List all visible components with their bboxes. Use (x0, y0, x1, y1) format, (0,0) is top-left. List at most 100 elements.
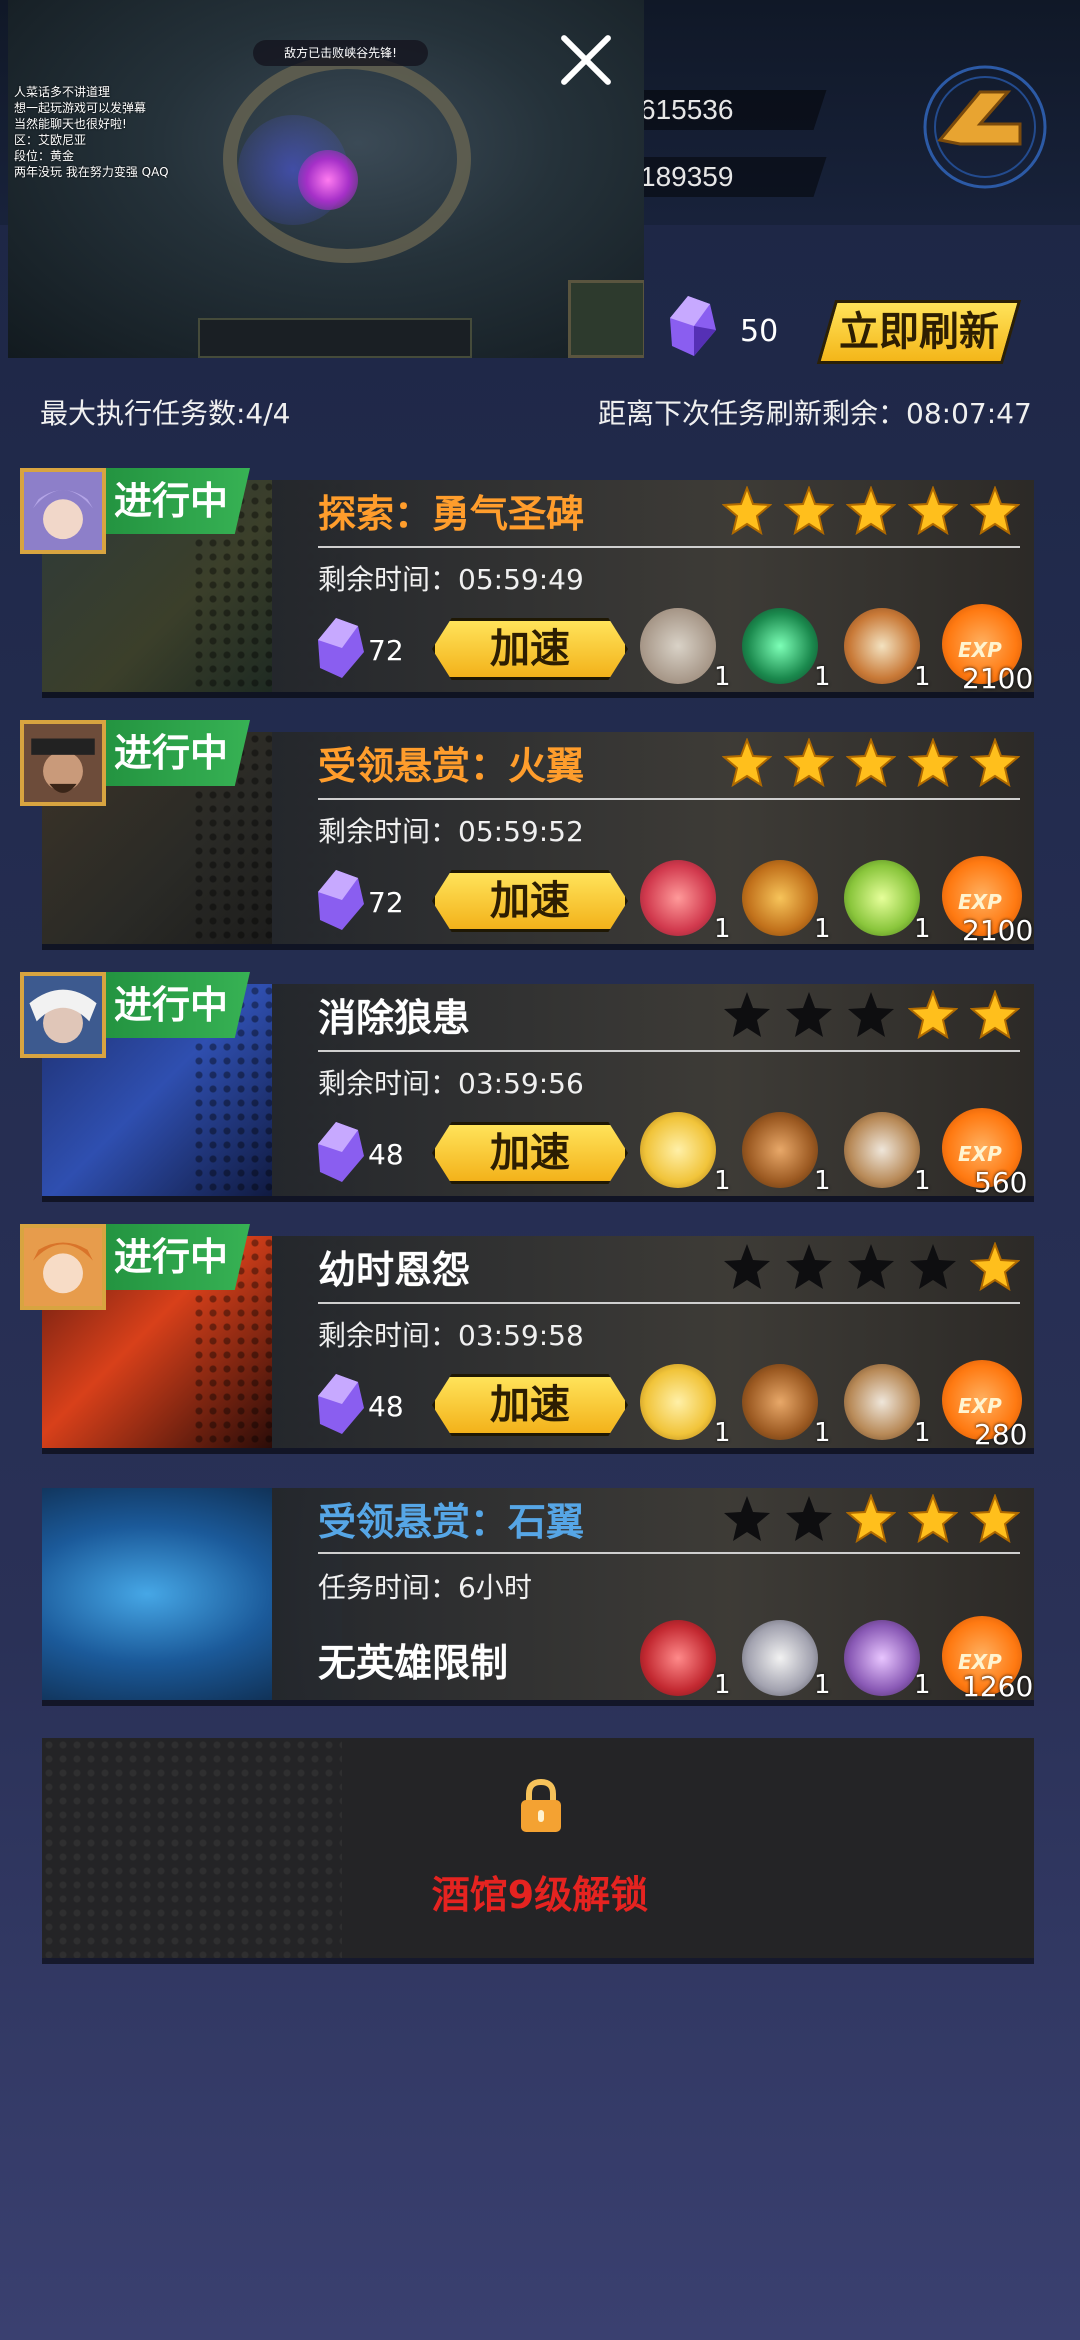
remaining-time: 剩余时间：05:59:52 (318, 815, 584, 848)
remaining-time: 剩余时间：05:59:49 (318, 563, 584, 596)
star-empty-icon (724, 1496, 770, 1541)
claw-icon (844, 1364, 920, 1440)
horn-icon (742, 860, 818, 936)
star-icon (970, 1494, 1020, 1544)
reward-qty: 1 (914, 1418, 931, 1448)
star-icon (846, 1494, 896, 1544)
shuriken-icon (844, 1620, 920, 1696)
stat-value-1: 615536 (640, 94, 734, 125)
star-empty-icon (786, 992, 832, 1037)
task-duration: 任务时间：6小时 (318, 1571, 532, 1604)
avatar (20, 468, 106, 554)
stat-value-2: 189359 (640, 161, 734, 192)
speedup-button-label: 加速 (490, 878, 570, 924)
compass-icon (844, 608, 920, 684)
quest-title: 受领悬赏：石翼 (318, 1500, 585, 1544)
chat-line: 两年没玩 我在努力变强 QAQ (14, 165, 169, 179)
star-icon (908, 486, 958, 536)
star-empty-icon (786, 1244, 832, 1289)
gem-icon (318, 1122, 364, 1182)
speedup-button-label: 加速 (490, 1382, 570, 1428)
star-icon (722, 738, 772, 788)
star-icon (908, 1494, 958, 1544)
star-empty-icon (910, 1244, 956, 1289)
status-label: 进行中 (114, 1235, 229, 1279)
green-comet-icon (742, 608, 818, 684)
chat-line: 人菜话多不讲道理 (14, 85, 111, 99)
chat-line: 当然能聊天也很好啦! (14, 117, 127, 131)
exp-badge-text: EXP (958, 1394, 1002, 1418)
reward-qty: 1 (814, 1166, 831, 1196)
video-chat: 人菜话多不讲道理 想一起玩游戏可以发弹幕 当然能聊天也很好啦! 区：艾欧尼亚 段… (14, 84, 169, 180)
chat-line: 段位：黄金 (14, 149, 75, 163)
remaining-time: 剩余时间：03:59:56 (318, 1067, 584, 1100)
heart-potion-icon (640, 860, 716, 936)
back-arrow-icon[interactable] (920, 62, 1050, 192)
divider (318, 1302, 1020, 1304)
refresh-button-label: 立即刷新 (839, 309, 999, 355)
exp-value: 2100 (962, 662, 1034, 695)
halftone-pattern (42, 1738, 342, 1958)
star-empty-icon (724, 992, 770, 1037)
speedup-cost: 72 (368, 634, 404, 667)
star-empty-icon (848, 1244, 894, 1289)
star-coin-icon (640, 1112, 716, 1188)
unlock-requirement: 酒馆9级解锁 (431, 1873, 649, 1917)
lock-icon (521, 1778, 561, 1832)
status-label: 进行中 (114, 479, 229, 523)
star-empty-icon (724, 1244, 770, 1289)
close-video-icon[interactable] (555, 30, 615, 90)
star-icon (908, 738, 958, 788)
avatar (20, 972, 106, 1058)
exp-badge-text: EXP (958, 1142, 1002, 1166)
star-coin-icon (640, 1364, 716, 1440)
reward-qty: 1 (914, 1670, 931, 1700)
video-minimap (568, 280, 644, 358)
star-empty-icon (848, 992, 894, 1037)
armor-icon (640, 608, 716, 684)
gem-icon (318, 870, 364, 930)
quest-title: 消除狼患 (318, 996, 471, 1040)
star-icon (784, 738, 834, 788)
stream-video-overlay[interactable]: 敌方已击败峡谷先锋! 人菜话多不讲道理 想一起玩游戏可以发弹幕 当然能聊天也很好… (8, 0, 644, 358)
gem-icon (670, 296, 716, 356)
star-empty-icon (786, 1496, 832, 1541)
star-icon (908, 990, 958, 1040)
gem-count: 50 (740, 314, 779, 349)
hero-restriction: 无英雄限制 (318, 1641, 509, 1685)
reward-qty: 1 (714, 662, 731, 692)
video-spell (298, 150, 358, 210)
exp-badge-text: EXP (958, 638, 1002, 662)
boot-icon (742, 1364, 818, 1440)
reward-qty: 1 (714, 1670, 731, 1700)
exp-value: 2100 (962, 914, 1034, 947)
remaining-time: 剩余时间：03:59:58 (318, 1319, 584, 1352)
poison-bottle-icon (844, 860, 920, 936)
exp-badge-text: EXP (958, 890, 1002, 914)
quest-title: 幼时恩怨 (318, 1248, 471, 1292)
claw-icon (844, 1112, 920, 1188)
reward-qty: 1 (814, 1418, 831, 1448)
reward-qty: 1 (814, 1670, 831, 1700)
boot-icon (742, 1112, 818, 1188)
reward-qty: 1 (814, 914, 831, 944)
star-icon (846, 486, 896, 536)
chat-line: 想一起玩游戏可以发弹幕 (14, 101, 147, 115)
status-label: 进行中 (114, 731, 229, 775)
reward-qty: 1 (814, 662, 831, 692)
star-icon (970, 1242, 1020, 1292)
speedup-button-label: 加速 (490, 626, 570, 672)
locked-slot (42, 1738, 1034, 1958)
reward-qty: 1 (914, 1166, 931, 1196)
divider (318, 1050, 1020, 1052)
avatar (20, 720, 106, 806)
speedup-button-label: 加速 (490, 1130, 570, 1176)
reward-qty: 1 (714, 914, 731, 944)
star-icon (784, 486, 834, 536)
quest-title: 受领悬赏：火翼 (318, 744, 585, 788)
ring-icon (640, 1620, 716, 1696)
reward-qty: 1 (714, 1166, 731, 1196)
star-icon (970, 990, 1020, 1040)
exp-value: 1260 (962, 1670, 1034, 1703)
speedup-cost: 72 (368, 886, 404, 919)
